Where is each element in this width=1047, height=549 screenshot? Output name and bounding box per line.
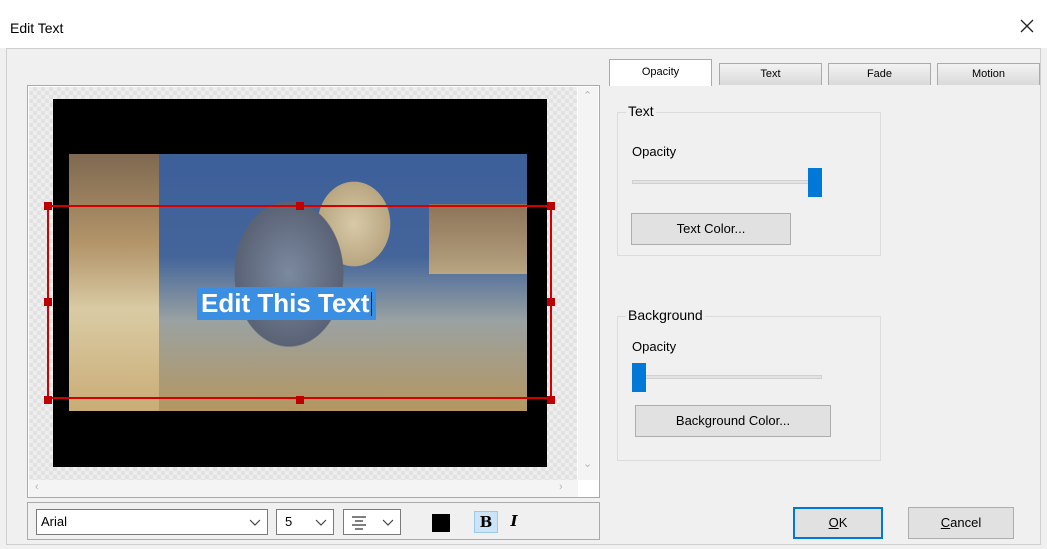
text-caret xyxy=(370,292,372,316)
chevron-down-icon xyxy=(315,519,327,526)
ok-button-mnemonic: O xyxy=(828,515,839,530)
italic-button[interactable]: I xyxy=(504,511,524,533)
tab-motion[interactable]: Motion xyxy=(937,63,1040,85)
font-family-value: Arial xyxy=(41,514,68,529)
scroll-left-icon[interactable]: ‹ xyxy=(35,481,39,493)
font-family-select[interactable]: Arial xyxy=(36,509,268,535)
tab-strip: Opacity Text Fade Motion xyxy=(607,59,1040,86)
caption-text: Edit This Text xyxy=(201,288,370,318)
background-color-button[interactable]: Background Color... xyxy=(635,405,831,437)
title-bar: Edit Text xyxy=(0,0,1047,48)
resize-handle-top-center[interactable] xyxy=(296,202,304,210)
preview-canvas[interactable]: Edit This Text xyxy=(29,87,577,480)
font-size-select[interactable]: 5 xyxy=(276,509,334,535)
ok-button[interactable]: OK xyxy=(793,507,883,539)
resize-handle-bottom-right[interactable] xyxy=(547,396,555,404)
tab-opacity-label: Opacity xyxy=(641,66,680,78)
text-group-title: Text xyxy=(626,103,656,119)
text-opacity-slider-thumb[interactable] xyxy=(808,168,822,197)
vertical-scrollbar[interactable]: ⌃ ⌄ xyxy=(578,87,598,480)
text-align-select[interactable] xyxy=(343,509,401,535)
text-color-button[interactable]: Text Color... xyxy=(631,213,791,245)
window-title: Edit Text xyxy=(10,20,64,36)
preview-panel: Edit This Text ⌃ ⌄ ‹ › xyxy=(27,85,600,498)
bold-button[interactable]: B xyxy=(474,511,498,533)
editable-caption[interactable]: Edit This Text xyxy=(197,287,376,320)
tab-text-label: Text xyxy=(760,68,781,80)
resize-handle-middle-right[interactable] xyxy=(547,298,555,306)
background-opacity-slider-thumb[interactable] xyxy=(632,363,646,392)
text-opacity-slider-track[interactable] xyxy=(632,180,822,184)
resize-handle-top-right[interactable] xyxy=(547,202,555,210)
text-color-swatch[interactable] xyxy=(432,514,450,532)
resize-handle-bottom-left[interactable] xyxy=(44,396,52,404)
cancel-button-label: ancel xyxy=(950,515,982,530)
background-group-title: Background xyxy=(626,307,705,323)
font-size-value: 5 xyxy=(285,514,293,529)
background-group xyxy=(617,316,881,461)
scroll-right-icon[interactable]: › xyxy=(559,481,563,493)
text-opacity-label: Opacity xyxy=(632,144,677,159)
ok-button-label: K xyxy=(838,515,848,530)
align-center-icon xyxy=(352,516,366,530)
tab-fade[interactable]: Fade xyxy=(828,63,931,85)
tab-motion-label: Motion xyxy=(971,68,1006,80)
chevron-down-icon xyxy=(249,519,261,526)
background-opacity-label: Opacity xyxy=(632,339,677,354)
resize-handle-bottom-center[interactable] xyxy=(296,396,304,404)
resize-handle-top-left[interactable] xyxy=(44,202,52,210)
background-opacity-slider-track[interactable] xyxy=(632,375,822,379)
tab-fade-label: Fade xyxy=(866,68,893,80)
opacity-tab-panel: Text Opacity Text Color... Background Op… xyxy=(607,85,1035,495)
cancel-button-mnemonic: C xyxy=(940,515,951,530)
tab-opacity[interactable]: Opacity xyxy=(609,59,712,86)
cancel-button[interactable]: Cancel xyxy=(908,507,1014,539)
tab-text[interactable]: Text xyxy=(719,63,822,85)
format-toolbar: Arial 5 B I xyxy=(27,502,600,540)
resize-handle-middle-left[interactable] xyxy=(44,298,52,306)
scroll-down-icon[interactable]: ⌄ xyxy=(583,457,592,470)
horizontal-scrollbar[interactable]: ‹ › xyxy=(29,480,578,497)
dialog-body: Edit This Text ⌃ ⌄ ‹ › Arial 5 B I Opaci… xyxy=(6,48,1041,545)
chevron-down-icon xyxy=(382,519,394,526)
scroll-up-icon[interactable]: ⌃ xyxy=(583,89,592,102)
close-icon[interactable] xyxy=(1017,16,1037,36)
